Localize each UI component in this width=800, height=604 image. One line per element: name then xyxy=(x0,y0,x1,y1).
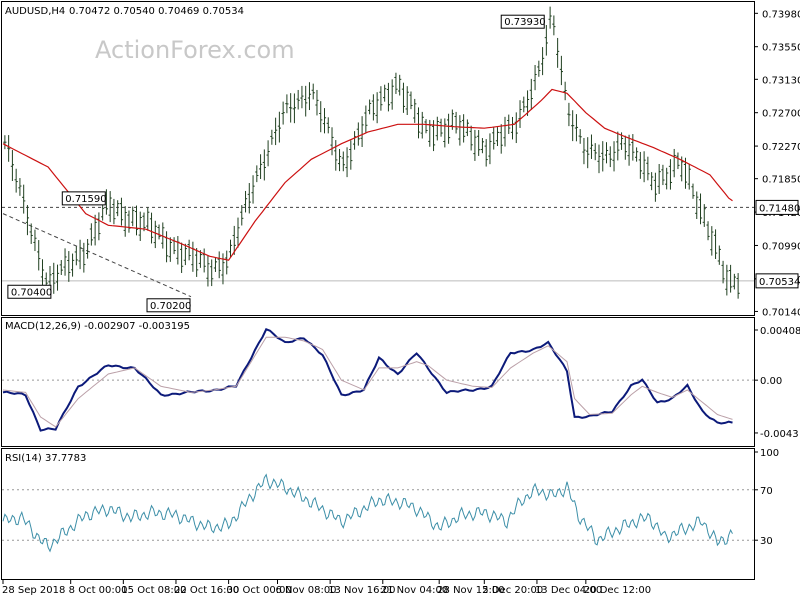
chart-window: ActionForex.com AUDUSD,H4 0.70472 0.7054… xyxy=(0,0,800,600)
price-y-tick-label: 0.70990 xyxy=(762,241,800,252)
price-y-tick-label: 0.72270 xyxy=(762,142,800,153)
price-header-ohlc: 0.70472 0.70540 0.70469 0.70534 xyxy=(69,6,244,17)
price-callout-label: 0.70200 xyxy=(150,301,191,312)
watermark: ActionForex.com xyxy=(95,36,295,64)
last-price-tag: 0.70534 xyxy=(759,277,800,288)
x-tick-label: 28 Sep 2018 xyxy=(2,585,65,596)
price-y-tick-label: 0.73130 xyxy=(762,75,800,86)
level-price-tag: 0.71480 xyxy=(759,203,800,214)
x-tick-label: 8 Oct 00:00 xyxy=(69,585,128,596)
macd-y-tick-label: 0.00 xyxy=(760,376,782,387)
rsi-y-tick-label: 70 xyxy=(760,486,773,497)
rsi-series-layer xyxy=(2,473,754,553)
rsi-panel xyxy=(1,448,755,580)
macd-header: MACD(12,26,9) -0.002907 -0.003195 xyxy=(5,321,190,332)
price-callout-label: 0.70400 xyxy=(11,287,52,298)
macd-y-tick-label: -0.0043 xyxy=(760,429,799,440)
macd-y-tick-label: 0.004085 xyxy=(760,326,800,337)
price-callout-label: 0.73930 xyxy=(504,17,545,28)
chart-svg: ActionForex.com AUDUSD,H4 0.70472 0.7054… xyxy=(1,1,800,596)
x-tick-label: 20 Dec 12:00 xyxy=(584,585,651,596)
macd-series-layer xyxy=(2,328,754,432)
price-y-tick-label: 0.73980 xyxy=(762,9,800,20)
rsi-header: RSI(14) 37.7783 xyxy=(5,453,86,464)
price-y-tick-label: 0.73550 xyxy=(762,43,800,54)
axis-layer: 0.73980 0.73550 0.73130 0.72700 0.72270 0.718… xyxy=(2,9,800,596)
price-y-tick-label: 0.71850 xyxy=(762,175,800,186)
rsi-y-tick-label: 30 xyxy=(760,536,773,547)
price-y-tick-label: 0.70140 xyxy=(762,307,800,318)
price-header-symbol: AUDUSD,H4 xyxy=(5,6,65,17)
macd-panel xyxy=(1,317,755,447)
price-callout-label: 0.71590 xyxy=(65,194,106,205)
price-y-tick-label: 0.72700 xyxy=(762,109,800,120)
rsi-y-tick-label: 100 xyxy=(760,448,779,459)
moving-average-line xyxy=(2,88,733,261)
